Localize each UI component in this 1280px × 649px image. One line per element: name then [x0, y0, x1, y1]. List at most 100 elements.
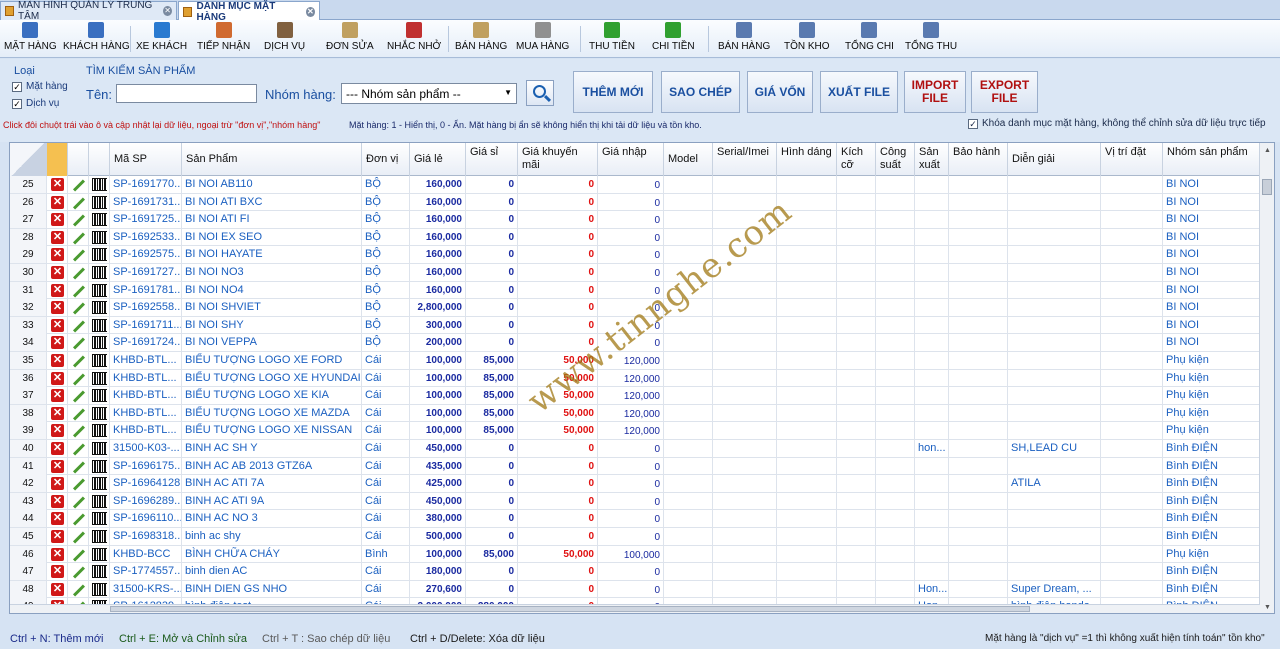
wholesale-price-cell[interactable]: 0 — [466, 492, 518, 510]
delete-cell[interactable]: ✕ — [47, 404, 68, 422]
serial-cell[interactable] — [713, 281, 777, 299]
wholesale-price-cell[interactable]: 0 — [466, 457, 518, 475]
model-cell[interactable] — [664, 545, 713, 563]
description-cell[interactable]: Super Dream, ... — [1008, 580, 1101, 598]
product-name-cell[interactable]: binh ac shy — [182, 528, 362, 545]
shape-cell[interactable] — [777, 563, 837, 581]
delete-icon[interactable]: ✕ — [51, 512, 64, 526]
unit-cell[interactable]: BỘ — [362, 281, 410, 299]
delete-cell[interactable]: ✕ — [47, 211, 68, 229]
unit-cell[interactable]: BỘ — [362, 299, 410, 317]
manufacturer-cell[interactable] — [915, 264, 949, 281]
power-cell[interactable] — [876, 545, 915, 563]
product-group-cell[interactable]: BI NOI — [1163, 176, 1260, 193]
product-name-cell[interactable]: BINH DIEN GS NHO — [182, 580, 362, 598]
unit-cell[interactable]: Cái — [362, 457, 410, 475]
retail-price-cell[interactable]: 435,000 — [410, 457, 466, 475]
barcode-cell[interactable] — [89, 457, 110, 475]
product-group-cell[interactable]: BI NOI — [1163, 264, 1260, 281]
table-row[interactable]: 30 ✕ SP-1691727... BI NOI NO3 BỘ 160,000 0 0 0 BI… — [10, 264, 1260, 282]
retail-price-cell[interactable]: 160,000 — [410, 193, 466, 211]
model-cell[interactable] — [664, 510, 713, 528]
description-cell[interactable] — [1008, 492, 1101, 510]
location-cell[interactable] — [1101, 334, 1163, 352]
serial-cell[interactable] — [713, 563, 777, 581]
description-cell[interactable] — [1008, 228, 1101, 246]
power-cell[interactable] — [876, 352, 915, 369]
model-cell[interactable] — [664, 475, 713, 493]
scroll-up-icon[interactable]: ▲ — [1260, 143, 1274, 158]
column-header[interactable]: Hình dáng — [777, 143, 837, 176]
import-price-cell[interactable]: 100,000 — [598, 545, 664, 563]
product-name-cell[interactable]: BIỂU TƯỢNG LOGO XE FORD — [182, 352, 362, 369]
model-cell[interactable] — [664, 580, 713, 598]
power-cell[interactable] — [876, 528, 915, 545]
barcode-icon[interactable] — [92, 459, 107, 473]
size-cell[interactable] — [837, 369, 876, 387]
size-cell[interactable] — [837, 457, 876, 475]
checkbox-product[interactable]: ✓ Mặt hàng — [12, 81, 68, 92]
power-cell[interactable] — [876, 246, 915, 264]
edit-cell[interactable] — [68, 176, 89, 193]
model-cell[interactable] — [664, 563, 713, 581]
power-cell[interactable] — [876, 404, 915, 422]
size-cell[interactable] — [837, 563, 876, 581]
location-cell[interactable] — [1101, 193, 1163, 211]
promo-price-cell[interactable]: 0 — [518, 246, 598, 264]
description-cell[interactable] — [1008, 422, 1101, 440]
product-code-cell[interactable]: 31500-KRS-... — [110, 580, 182, 598]
product-name-cell[interactable]: BI NOI HAYATE — [182, 246, 362, 264]
description-cell[interactable] — [1008, 563, 1101, 581]
shape-cell[interactable] — [777, 545, 837, 563]
description-cell[interactable] — [1008, 193, 1101, 211]
barcode-cell[interactable] — [89, 387, 110, 405]
table-row[interactable]: 48 ✕ 31500-KRS-... BINH DIEN GS NHO Cái 270,6… — [10, 580, 1260, 599]
delete-icon[interactable]: ✕ — [51, 459, 64, 473]
manufacturer-cell[interactable] — [915, 545, 949, 563]
manufacturer-cell[interactable] — [915, 228, 949, 246]
wholesale-price-cell[interactable]: 0 — [466, 246, 518, 264]
product-code-cell[interactable]: KHBD-BTL... — [110, 422, 182, 440]
unit-cell[interactable]: Cái — [362, 404, 410, 422]
import-price-cell[interactable]: 0 — [598, 228, 664, 246]
product-name-cell[interactable]: BINH AC SH Y — [182, 440, 362, 457]
product-name-cell[interactable]: BINH AC AB 2013 GTZ6A — [182, 457, 362, 475]
barcode-cell[interactable] — [89, 264, 110, 281]
barcode-icon[interactable] — [92, 512, 107, 526]
pencil-icon[interactable] — [71, 372, 85, 385]
delete-cell[interactable]: ✕ — [47, 492, 68, 510]
product-name-cell[interactable]: BÌNH CHỮA CHÁY — [182, 545, 362, 563]
location-cell[interactable] — [1101, 352, 1163, 369]
table-row[interactable]: 26 ✕ SP-1691731... BI NOI ATI BXC BỘ 160,000 0… — [10, 193, 1260, 212]
description-cell[interactable] — [1008, 334, 1101, 352]
warranty-cell[interactable] — [949, 176, 1008, 193]
description-cell[interactable] — [1008, 352, 1101, 369]
import-price-cell[interactable]: 120,000 — [598, 387, 664, 405]
manufacturer-cell[interactable] — [915, 369, 949, 387]
unit-cell[interactable]: Cái — [362, 352, 410, 369]
barcode-icon[interactable] — [92, 389, 107, 403]
product-group-cell[interactable]: Bình ĐIỆN — [1163, 475, 1260, 493]
barcode-icon[interactable] — [92, 178, 107, 191]
size-cell[interactable] — [837, 387, 876, 405]
unit-cell[interactable]: Cái — [362, 369, 410, 387]
size-cell[interactable] — [837, 440, 876, 457]
product-code-cell[interactable]: KHBD-BTL... — [110, 387, 182, 405]
size-cell[interactable] — [837, 246, 876, 264]
manufacturer-cell[interactable] — [915, 492, 949, 510]
size-cell[interactable] — [837, 228, 876, 246]
import-price-cell[interactable]: 0 — [598, 510, 664, 528]
product-name-cell[interactable]: BIỂU TƯỢNG LOGO XE KIA — [182, 387, 362, 405]
edit-cell[interactable] — [68, 580, 89, 598]
delete-icon[interactable]: ✕ — [51, 301, 64, 315]
description-cell[interactable] — [1008, 387, 1101, 405]
shape-cell[interactable] — [777, 475, 837, 493]
retail-price-cell[interactable]: 300,000 — [410, 316, 466, 334]
product-name-cell[interactable]: BINH AC ATI 9A — [182, 492, 362, 510]
promo-price-cell[interactable]: 0 — [518, 563, 598, 581]
table-row[interactable]: 25 ✕ SP-1691770... BI NOI AB110 BỘ 160,000 0 0 0… — [10, 176, 1260, 194]
barcode-icon[interactable] — [92, 547, 107, 561]
table-row[interactable]: 29 ✕ SP-1692575... BI NOI HAYATE BỘ 160,000 0 0… — [10, 246, 1260, 264]
cost-price-button[interactable]: GIÁ VỐN — [747, 71, 813, 113]
column-header[interactable]: Giá khuyến mãi — [518, 143, 598, 176]
